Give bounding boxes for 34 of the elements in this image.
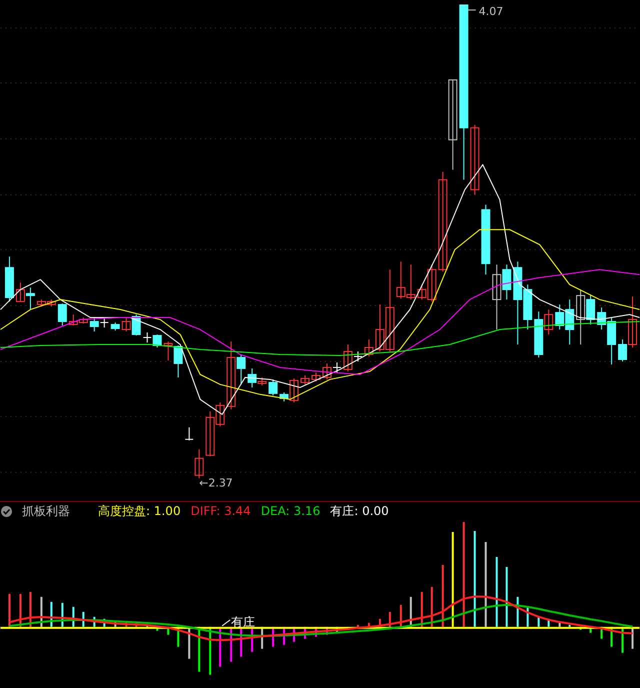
indicator-reading: 高度控盘: 1.00 (98, 502, 181, 520)
candlestick (132, 314, 141, 336)
check-icon[interactable] (1, 506, 12, 517)
candlestick (26, 287, 35, 310)
annotation-label: 有庄 (231, 615, 256, 630)
candlestick (184, 426, 194, 441)
candlestick (312, 372, 320, 382)
candlestick (470, 124, 480, 196)
candlestick (481, 204, 490, 276)
indicator-reading: 有庄: 0.00 (330, 502, 389, 520)
indicator-reading: DEA: 3.16 (260, 504, 320, 518)
candlestick (152, 334, 162, 348)
candlestick (16, 282, 25, 302)
candlestick (110, 322, 120, 332)
leader-line (467, 9, 476, 10)
candlestick (100, 317, 109, 328)
candlestick (4, 256, 14, 302)
leader-line (222, 620, 231, 627)
candlestick (194, 448, 204, 479)
candlestick (58, 303, 67, 326)
low-price-label: ←2.37 (199, 476, 233, 490)
candlestick (122, 317, 131, 332)
candlestick (36, 299, 46, 308)
candlestick (364, 339, 374, 357)
candlestick (90, 317, 99, 332)
high-price-label: 4.07 (478, 4, 504, 18)
candlestick (268, 378, 278, 396)
indicator-reading: DIFF: 3.44 (190, 504, 251, 518)
candlestick (396, 261, 406, 300)
candlestick (300, 374, 310, 385)
candlestick (142, 332, 152, 343)
candlestick (46, 299, 56, 308)
indicator-title: 抓板利器 (22, 502, 70, 520)
candlestick (406, 264, 416, 300)
